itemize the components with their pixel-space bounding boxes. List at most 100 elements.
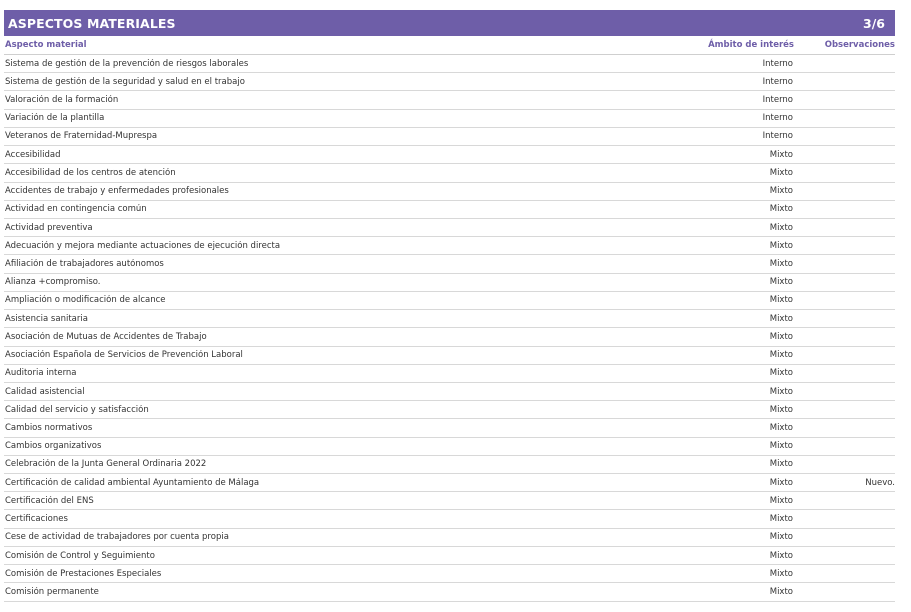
cell-aspecto: Accidentes de trabajo y enfermedades pro… xyxy=(5,186,229,197)
cell-aspecto: Veteranos de Fraternidad-Muprespa xyxy=(5,131,158,142)
cell-ambito: Mixto xyxy=(769,313,793,324)
cell-ambito: Mixto xyxy=(769,586,793,597)
cell-ambito: Mixto xyxy=(769,477,793,488)
table-row: Adecuación y mejora mediante actuaciones… xyxy=(4,237,895,256)
table-row: Afiliación de trabajadores autónomos Mixt… xyxy=(4,255,895,274)
cell-ambito: Mixto xyxy=(769,568,793,579)
cell-ambito: Mixto xyxy=(769,204,793,215)
cell-ambito: Mixto xyxy=(769,331,793,342)
table-row: Comisión de Control y Seguimiento Mixto xyxy=(4,547,895,566)
cell-ambito: Mixto xyxy=(769,277,793,288)
cell-ambito: Mixto xyxy=(769,222,793,233)
cell-aspecto: Ampliación o modificación de alcance xyxy=(5,295,166,306)
table-row: Alianza +compromiso. Mixto xyxy=(4,274,895,292)
table-row: Calidad asistencial Mixto xyxy=(4,383,895,402)
cell-ambito: Interno xyxy=(762,95,793,106)
table-row: Comisión permanente Mixto xyxy=(4,583,895,602)
cell-aspecto: Comisión de Prestaciones Especiales xyxy=(5,568,162,579)
aspectos-materiales-page: ASPECTOS MATERIALES 3/6 Aspecto material… xyxy=(4,10,895,602)
table-header: Aspecto material Ámbito de interés Obser… xyxy=(4,36,895,55)
table-row: Accesibilidad de los centros de atención… xyxy=(4,164,895,183)
cell-aspecto: Valoración de la formación xyxy=(5,95,119,106)
table-row: Asociación Española de Servicios de Prev… xyxy=(4,347,895,365)
cell-ambito: Interno xyxy=(762,58,793,69)
cell-ambito: Mixto xyxy=(769,459,793,470)
cell-aspecto: Calidad asistencial xyxy=(5,386,85,397)
cell-ambito: Mixto xyxy=(769,186,793,197)
table-row: Celebración de la Junta General Ordinari… xyxy=(4,456,895,475)
cell-ambito: Mixto xyxy=(769,386,793,397)
cell-ambito: Mixto xyxy=(769,149,793,160)
cell-aspecto: Adecuación y mejora mediante actuaciones… xyxy=(5,240,281,251)
cell-aspecto: Certificación del ENS xyxy=(5,495,94,506)
cell-aspecto: Certificaciones xyxy=(5,514,68,525)
table-row: Calidad del servicio y satisfacción Mixto xyxy=(4,401,895,420)
table-row: Certificación del ENS Mixto xyxy=(4,492,895,511)
cell-ambito: Mixto xyxy=(769,514,793,525)
cell-aspecto: Asociación Española de Servicios de Prev… xyxy=(5,350,243,361)
cell-aspecto: Cambios normativos xyxy=(5,422,93,433)
cell-observaciones: Nuevo. xyxy=(865,477,895,488)
cell-aspecto: Sistema de gestión de la seguridad y sal… xyxy=(5,76,245,87)
table-row: Accidentes de trabajo y enfermedades pro… xyxy=(4,183,895,201)
cell-ambito: Interno xyxy=(762,76,793,87)
cell-aspecto: Accesibilidad de los centros de atención xyxy=(5,167,176,178)
page-title: ASPECTOS MATERIALES xyxy=(8,15,176,31)
table-row: Asistencia sanitaria Mixto xyxy=(4,310,895,329)
title-bar: ASPECTOS MATERIALES 3/6 xyxy=(4,10,895,36)
cell-ambito: Mixto xyxy=(769,550,793,561)
table-row: Asociación de Mutuas de Accidentes de Tr… xyxy=(4,328,895,347)
table-row: Cese de actividad de trabajadores por cu… xyxy=(4,529,895,547)
cell-ambito: Mixto xyxy=(769,441,793,452)
cell-ambito: Mixto xyxy=(769,240,793,251)
cell-ambito: Interno xyxy=(762,113,793,124)
cell-aspecto: Afiliación de trabajadores autónomos xyxy=(5,259,164,270)
table-row: Comisión de Prestaciones Especiales Mixto xyxy=(4,565,895,584)
cell-aspecto: Calidad del servicio y satisfacción xyxy=(5,404,149,415)
cell-ambito: Mixto xyxy=(769,422,793,433)
cell-ambito: Mixto xyxy=(769,167,793,178)
table-row: Accesibilidad Mixto xyxy=(4,146,895,165)
cell-ambito: Mixto xyxy=(769,259,793,270)
cell-ambito: Mixto xyxy=(769,350,793,361)
page-indicator: 3/6 xyxy=(863,15,885,31)
table-row: Sistema de gestión de la prevención de r… xyxy=(4,55,895,74)
cell-aspecto: Comisión de Control y Seguimiento xyxy=(5,550,155,561)
table-row: Certificación de calidad ambiental Ayunt… xyxy=(4,474,895,493)
cell-ambito: Mixto xyxy=(769,495,793,506)
table-row: Cambios normativos Mixto xyxy=(4,419,895,438)
cell-ambito: Interno xyxy=(762,131,793,142)
cell-aspecto: Certificación de calidad ambiental Ayunt… xyxy=(5,477,260,488)
column-header-ambito: Ámbito de interés xyxy=(708,40,794,50)
cell-ambito: Mixto xyxy=(769,532,793,543)
column-header-aspecto: Aspecto material xyxy=(5,40,87,50)
cell-ambito: Mixto xyxy=(769,295,793,306)
table-row: Variación de la plantilla Interno xyxy=(4,110,895,128)
column-header-observaciones: Observaciones xyxy=(824,40,895,50)
table-row: Actividad preventiva Mixto xyxy=(4,219,895,238)
cell-aspecto: Cese de actividad de trabajadores por cu… xyxy=(5,532,229,543)
table-row: Actividad en contingencia común Mixto xyxy=(4,201,895,219)
table-row: Valoración de la formación Interno xyxy=(4,91,895,110)
cell-aspecto: Asociación de Mutuas de Accidentes de Tr… xyxy=(5,331,207,342)
cell-aspecto: Sistema de gestión de la prevención de r… xyxy=(5,58,249,69)
table-row: Cambios organizativos Mixto xyxy=(4,438,895,456)
cell-aspecto: Accesibilidad xyxy=(5,149,61,160)
cell-ambito: Mixto xyxy=(769,404,793,415)
table-body: Sistema de gestión de la prevención de r… xyxy=(4,55,895,602)
cell-aspecto: Asistencia sanitaria xyxy=(5,313,88,324)
table-row: Ampliación o modificación de alcance Mixt… xyxy=(4,292,895,311)
cell-aspecto: Celebración de la Junta General Ordinari… xyxy=(5,459,207,470)
cell-aspecto: Alianza +compromiso. xyxy=(5,277,101,288)
cell-ambito: Mixto xyxy=(769,368,793,379)
cell-aspecto: Auditoria interna xyxy=(5,368,77,379)
cell-aspecto: Comisión permanente xyxy=(5,586,99,597)
table-row: Veteranos de Fraternidad-Muprespa Interno xyxy=(4,128,895,147)
table-row: Sistema de gestión de la seguridad y sal… xyxy=(4,73,895,92)
table-row: Auditoria interna Mixto xyxy=(4,365,895,383)
cell-aspecto: Cambios organizativos xyxy=(5,441,102,452)
table-row: Certificaciones Mixto xyxy=(4,510,895,529)
cell-aspecto: Variación de la plantilla xyxy=(5,113,105,124)
cell-aspecto: Actividad en contingencia común xyxy=(5,204,147,215)
cell-aspecto: Actividad preventiva xyxy=(5,222,93,233)
